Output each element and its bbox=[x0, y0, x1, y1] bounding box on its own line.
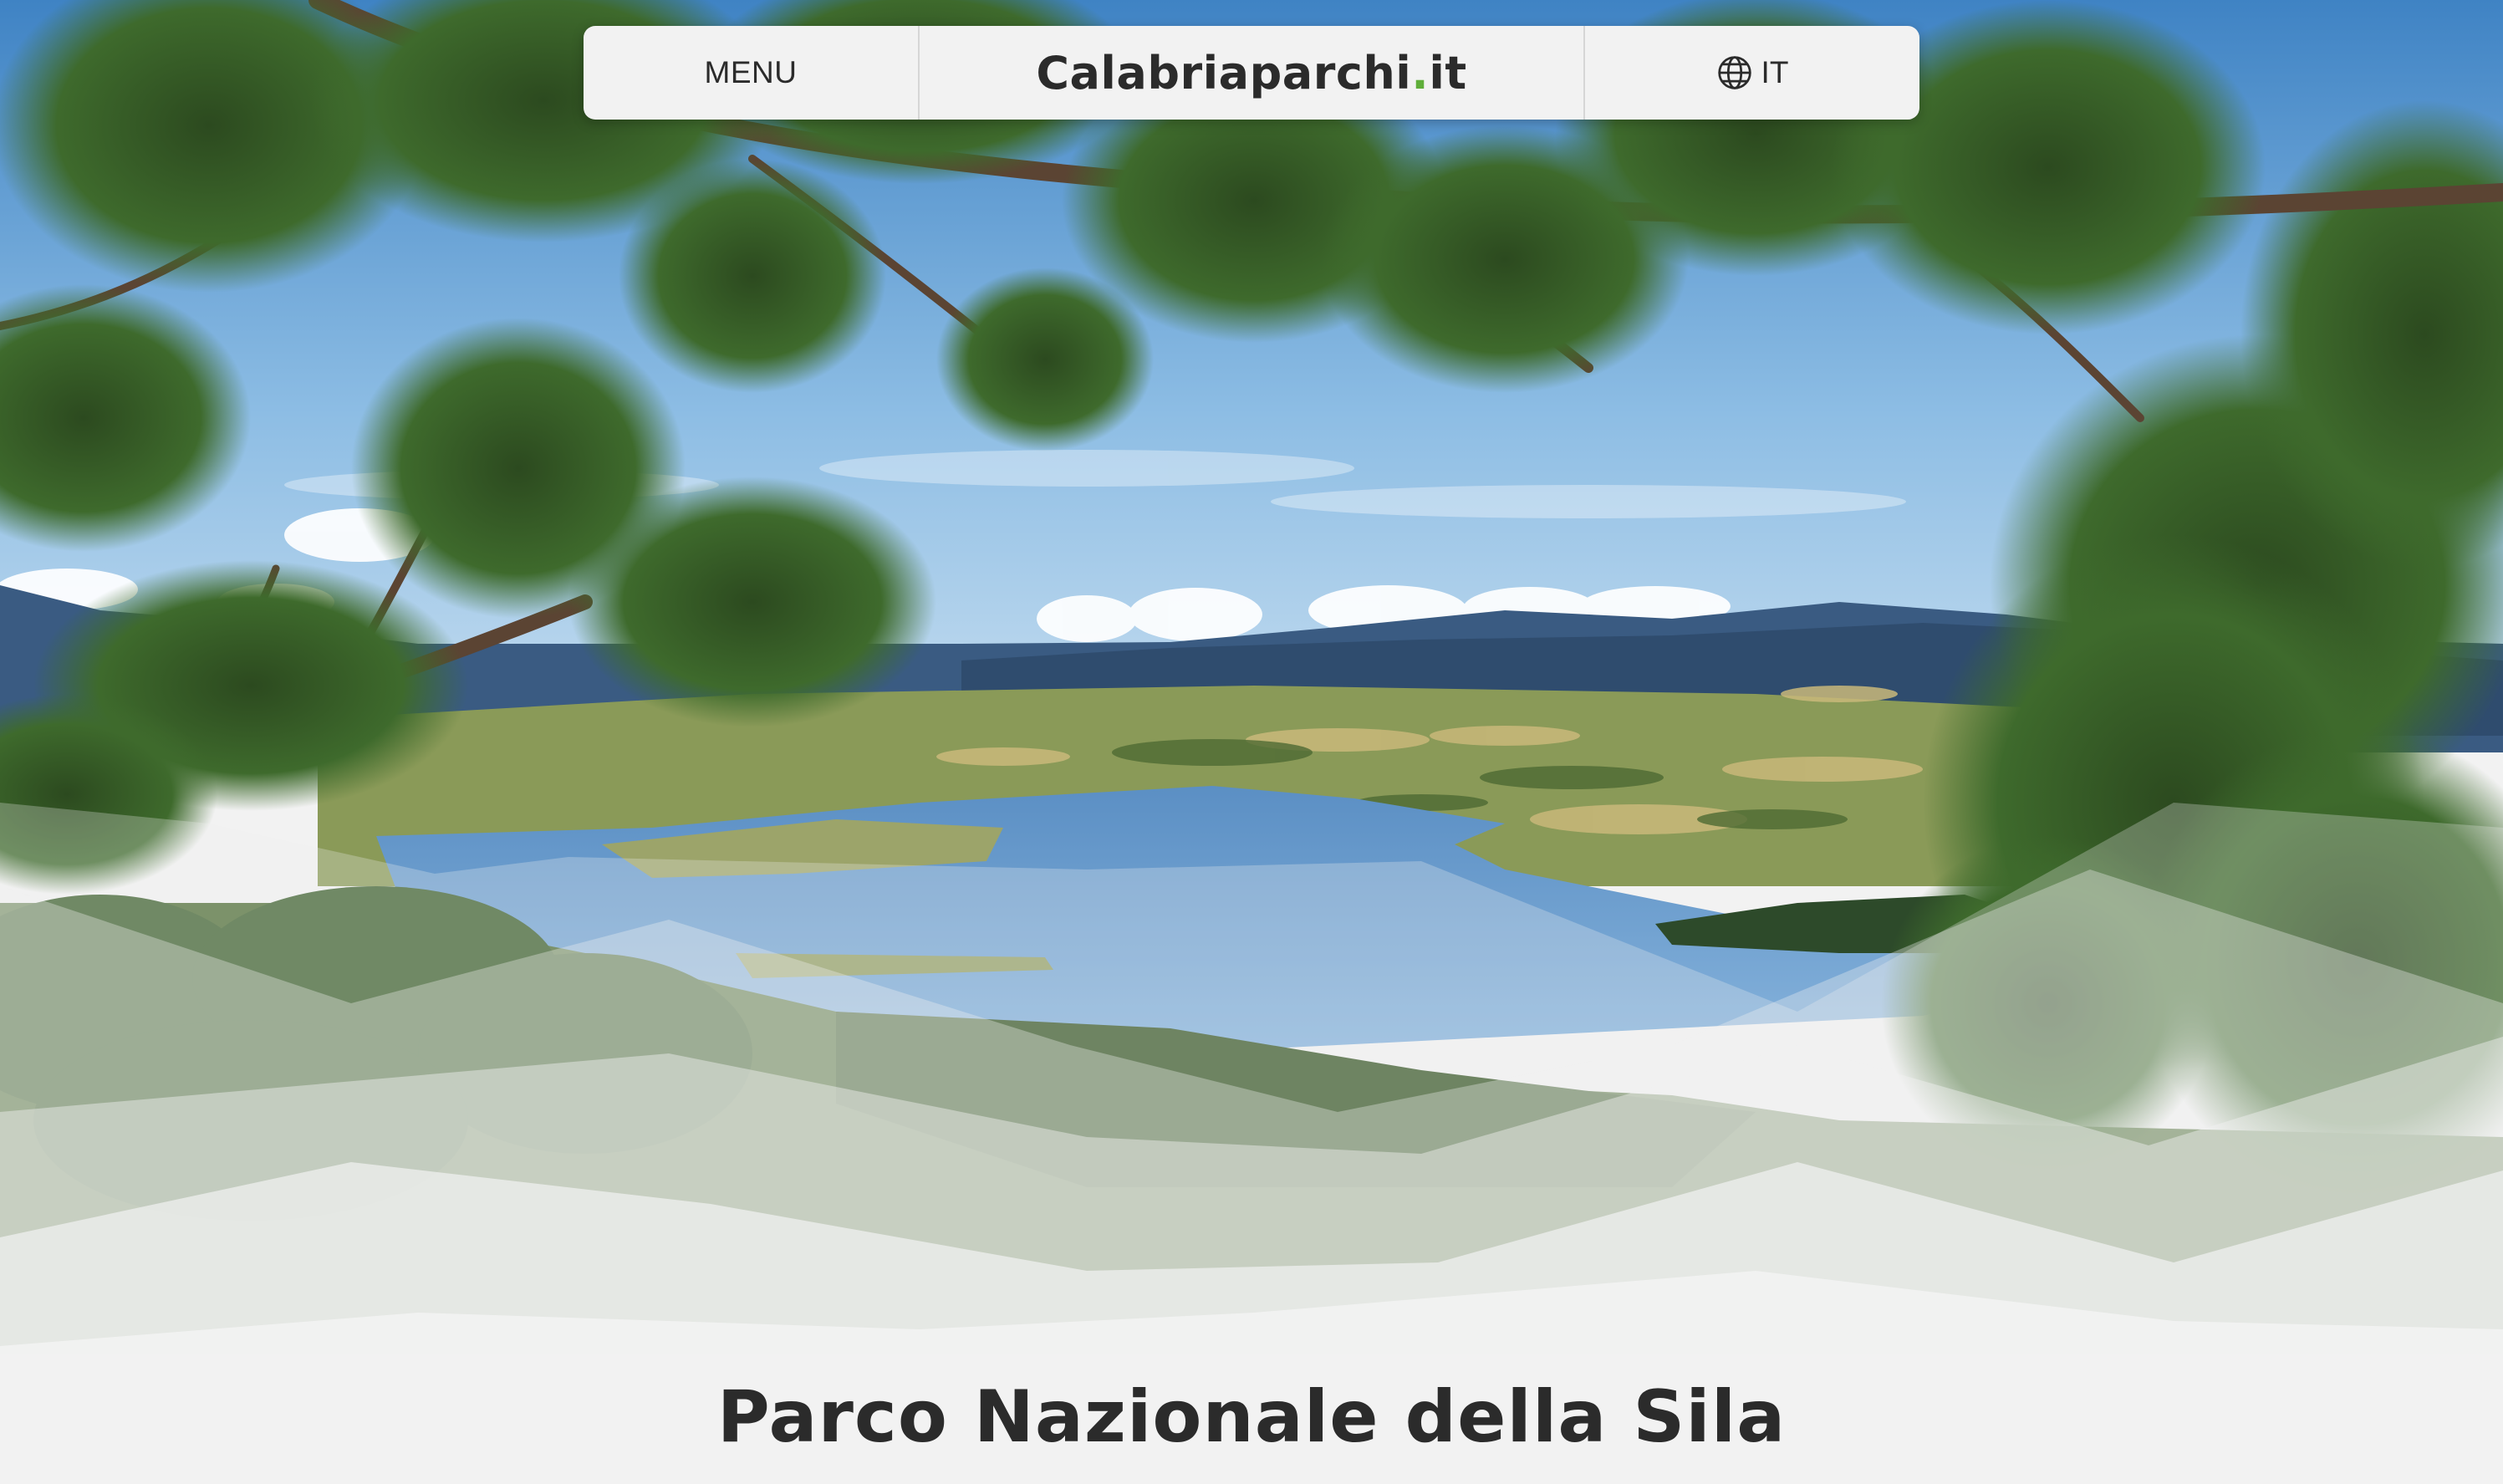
hero-image bbox=[0, 0, 2503, 1484]
language-selector[interactable]: IT bbox=[1585, 26, 1919, 120]
logo-tld: it bbox=[1429, 46, 1467, 99]
globe-icon bbox=[1716, 54, 1753, 91]
logo-main: Calabriaparchi bbox=[1036, 46, 1412, 99]
site-logo[interactable]: Calabriaparchi. it bbox=[920, 26, 1585, 120]
page: MENU Calabriaparchi. it IT Parco Nazional… bbox=[0, 0, 2503, 1484]
top-navbar: MENU Calabriaparchi. it IT bbox=[584, 26, 1919, 120]
menu-button[interactable]: MENU bbox=[584, 26, 920, 120]
page-title: Parco Nazionale della Sila bbox=[716, 1375, 1787, 1459]
logo-dot: . bbox=[1411, 46, 1430, 99]
menu-label: MENU bbox=[704, 55, 798, 89]
language-label: IT bbox=[1761, 55, 1789, 89]
